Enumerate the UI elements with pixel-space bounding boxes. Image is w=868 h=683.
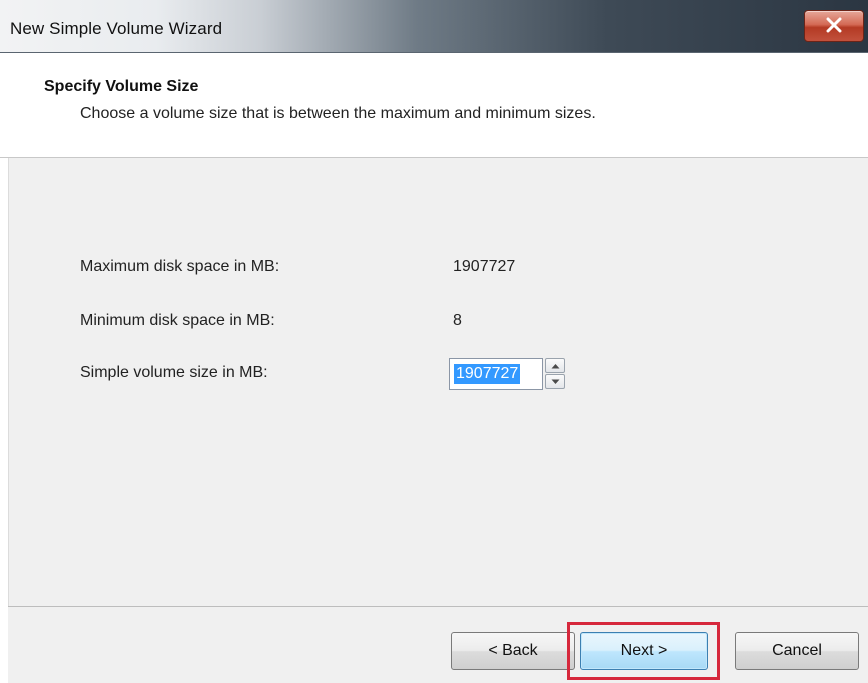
spin-up-button[interactable]: [545, 358, 565, 373]
volume-size-input[interactable]: 1907727: [449, 358, 543, 390]
volume-size-value: 1907727: [454, 364, 521, 384]
max-space-label: Maximum disk space in MB:: [80, 258, 280, 275]
volume-size-spinner[interactable]: [545, 358, 565, 390]
close-button[interactable]: [804, 10, 864, 42]
max-space-value: 1907727: [453, 258, 516, 275]
chevron-up-icon: [551, 364, 560, 369]
min-space-value: 8: [453, 312, 462, 329]
spin-down-button[interactable]: [545, 374, 565, 389]
next-button-highlight: [567, 622, 720, 680]
title-bar: New Simple Volume Wizard: [0, 0, 868, 53]
chevron-down-icon: [551, 379, 560, 384]
min-space-label: Minimum disk space in MB:: [80, 312, 275, 329]
page-subtitle: Choose a volume size that is between the…: [80, 105, 596, 122]
volume-size-label: Simple volume size in MB:: [80, 364, 268, 381]
back-button[interactable]: < Back: [451, 632, 575, 670]
window-title: New Simple Volume Wizard: [10, 19, 223, 38]
close-icon: [826, 17, 842, 33]
cancel-button[interactable]: Cancel: [735, 632, 859, 670]
page-title: Specify Volume Size: [44, 78, 199, 95]
content-panel: [8, 158, 868, 606]
